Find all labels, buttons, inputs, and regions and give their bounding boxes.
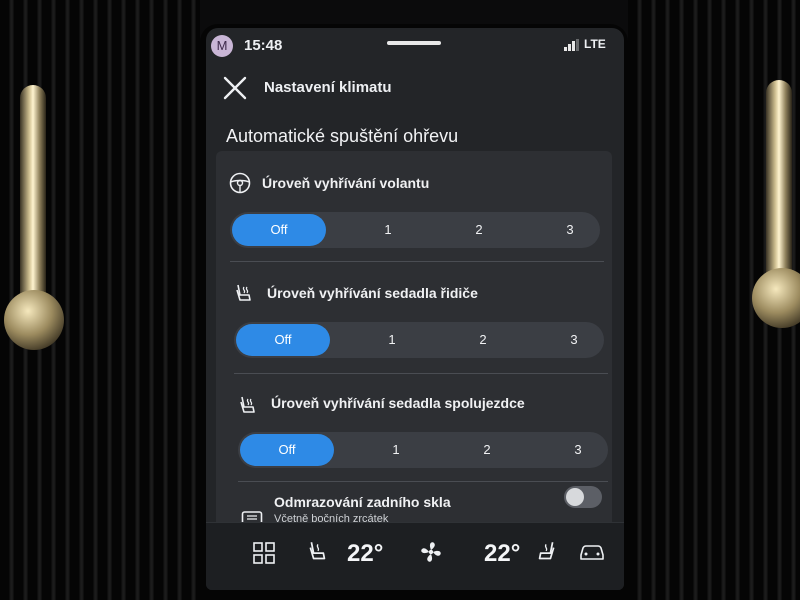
driver-seat-heat-option-2[interactable]: 2 <box>443 322 523 358</box>
driver-seat-climate-button[interactable] <box>306 539 332 570</box>
divider <box>230 261 604 262</box>
steering-wheel-heat-option-1[interactable]: 1 <box>348 212 428 248</box>
close-icon <box>223 76 247 100</box>
steering-wheel-heat-option-3[interactable]: 3 <box>530 212 610 248</box>
toggle-knob <box>566 488 584 506</box>
network-type: LTE <box>584 37 606 51</box>
user-avatar[interactable]: M <box>211 35 233 57</box>
steering-wheel-heat-icon <box>228 171 252 195</box>
passenger-seat-climate-icon <box>538 542 555 560</box>
infotainment-screen: M 15:48 LTE Nastavení klimatu Automatick… <box>206 28 624 590</box>
driver-seat-heat-option-off[interactable]: Off <box>236 324 330 356</box>
rear-defrost-toggle[interactable] <box>564 486 602 508</box>
page-title: Nastavení klimatu <box>264 79 392 96</box>
grid-icon <box>253 542 275 564</box>
steering-wheel-heat-selector: Off 1 2 3 <box>230 212 600 248</box>
heating-settings-panel: Úroveň vyhřívání volantu Off 1 2 3 Úrove… <box>216 151 612 531</box>
close-button[interactable] <box>221 74 249 102</box>
passenger-seat-heat-icon <box>236 394 260 418</box>
climate-bar: 22° 22° <box>206 522 624 590</box>
status-bar: M 15:48 LTE <box>206 28 624 62</box>
pull-down-handle[interactable] <box>387 41 441 45</box>
steering-wheel-heat-option-off[interactable]: Off <box>232 214 326 246</box>
passenger-seat-heat-option-2[interactable]: 2 <box>447 432 527 468</box>
left-vent-ring <box>4 290 64 350</box>
car-climate-button[interactable] <box>578 541 606 568</box>
passenger-seat-heat-option-off[interactable]: Off <box>240 434 334 466</box>
driver-seat-heat-option-3[interactable]: 3 <box>534 322 614 358</box>
driver-seat-climate-icon <box>309 542 326 560</box>
passenger-seat-heat-label: Úroveň vyhřívání sedadla spolujezdce <box>271 395 525 411</box>
passenger-seat-climate-button[interactable] <box>532 539 558 570</box>
rear-defrost-label: Odmrazování zadního skla <box>274 494 451 510</box>
passenger-temperature[interactable]: 22° <box>484 540 520 568</box>
left-vent-knob <box>20 85 46 315</box>
car-icon <box>580 545 604 560</box>
fan-button[interactable] <box>418 539 444 570</box>
apps-button[interactable] <box>252 541 276 570</box>
divider <box>238 481 608 482</box>
steering-wheel-heat-label: Úroveň vyhřívání volantu <box>262 175 430 191</box>
driver-seat-heat-icon <box>232 282 256 306</box>
divider <box>234 373 608 374</box>
passenger-seat-heat-selector: Off 1 2 3 <box>238 432 608 468</box>
driver-temperature[interactable]: 22° <box>347 540 383 568</box>
passenger-seat-heat-option-3[interactable]: 3 <box>538 432 618 468</box>
signal-strength-icon <box>564 39 579 51</box>
driver-seat-heat-label: Úroveň vyhřívání sedadla řidiče <box>267 285 478 301</box>
passenger-seat-heat-option-1[interactable]: 1 <box>356 432 436 468</box>
steering-wheel-heat-option-2[interactable]: 2 <box>439 212 519 248</box>
driver-seat-heat-option-1[interactable]: 1 <box>352 322 432 358</box>
clock: 15:48 <box>244 37 283 54</box>
driver-seat-heat-selector: Off 1 2 3 <box>234 322 604 358</box>
fan-icon <box>421 542 441 562</box>
section-title: Automatické spuštění ohřevu <box>226 126 459 146</box>
